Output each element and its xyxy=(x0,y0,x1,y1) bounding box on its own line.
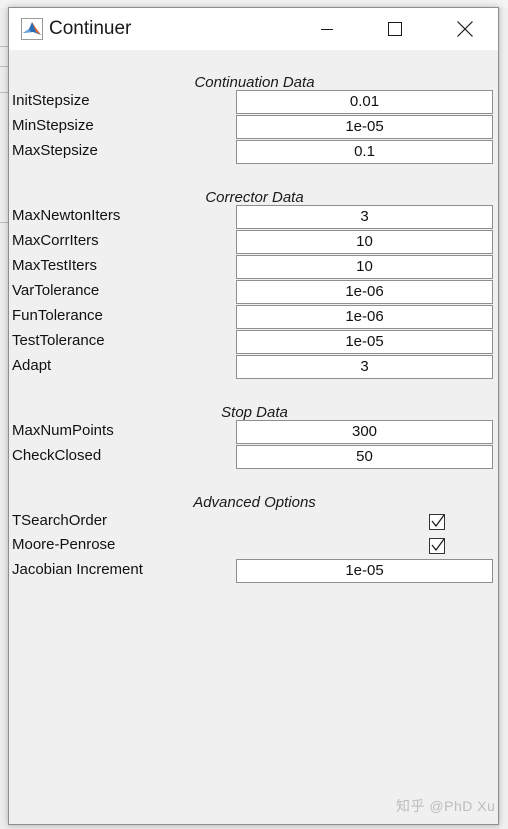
max-test-iters-label: MaxTestIters xyxy=(12,257,98,274)
jacobian-increment-field[interactable]: 1e-05 xyxy=(236,559,493,583)
init-stepsize-field[interactable]: 0.01 xyxy=(236,90,493,114)
title-bar[interactable]: Continuer xyxy=(9,8,498,50)
fun-tolerance-field[interactable]: 1e-06 xyxy=(236,305,493,329)
background-divider xyxy=(0,92,8,93)
minimize-icon xyxy=(321,29,333,30)
watermark-text: 知乎 @PhD Xu xyxy=(396,798,496,814)
maximize-button[interactable] xyxy=(372,8,418,50)
close-icon xyxy=(457,21,473,37)
background-divider xyxy=(0,66,8,67)
adapt-label: Adapt xyxy=(12,357,52,374)
client-area: Continuation Data InitStepsize 0.01 MinS… xyxy=(9,50,498,824)
moore-penrose-checkbox[interactable] xyxy=(429,538,445,554)
close-button[interactable] xyxy=(442,8,488,50)
check-closed-label: CheckClosed xyxy=(12,447,102,464)
max-num-points-label: MaxNumPoints xyxy=(12,422,114,439)
fun-tolerance-label: FunTolerance xyxy=(12,307,103,324)
max-newton-iters-field[interactable]: 3 xyxy=(236,205,493,229)
max-num-points-field[interactable]: 300 xyxy=(236,420,493,444)
background-app-left-strip xyxy=(0,8,8,829)
matlab-logo-icon xyxy=(21,18,43,40)
min-stepsize-field[interactable]: 1e-05 xyxy=(236,115,493,139)
max-corr-iters-field[interactable]: 10 xyxy=(236,230,493,254)
section-title-advanced: Advanced Options xyxy=(193,494,316,511)
background-divider xyxy=(0,222,8,223)
minimize-button[interactable] xyxy=(304,8,350,50)
maximize-icon xyxy=(388,22,402,36)
moore-penrose-label: Moore-Penrose xyxy=(12,536,116,553)
check-closed-field[interactable]: 50 xyxy=(236,445,493,469)
background-app-right-strip xyxy=(500,8,508,829)
min-stepsize-label: MinStepsize xyxy=(12,117,94,134)
init-stepsize-label: InitStepsize xyxy=(12,92,90,109)
max-stepsize-label: MaxStepsize xyxy=(12,142,98,159)
window-title: Continuer xyxy=(49,18,132,39)
max-test-iters-field[interactable]: 10 xyxy=(236,255,493,279)
var-tolerance-field[interactable]: 1e-06 xyxy=(236,280,493,304)
var-tolerance-label: VarTolerance xyxy=(12,282,100,299)
max-newton-iters-label: MaxNewtonIters xyxy=(12,207,121,224)
background-divider xyxy=(0,46,8,47)
max-corr-iters-label: MaxCorrIters xyxy=(12,232,99,249)
jacobian-increment-label: Jacobian Increment xyxy=(12,561,143,578)
tsearch-order-checkbox[interactable] xyxy=(429,514,445,530)
adapt-field[interactable]: 3 xyxy=(236,355,493,379)
tsearch-order-label: TSearchOrder xyxy=(12,512,108,529)
max-stepsize-field[interactable]: 0.1 xyxy=(236,140,493,164)
test-tolerance-label: TestTolerance xyxy=(12,332,105,349)
continuer-window: Continuer Continuation Data InitStepsize… xyxy=(8,7,499,825)
checkmark-icon xyxy=(431,514,445,528)
test-tolerance-field[interactable]: 1e-05 xyxy=(236,330,493,354)
checkmark-icon xyxy=(431,538,445,552)
